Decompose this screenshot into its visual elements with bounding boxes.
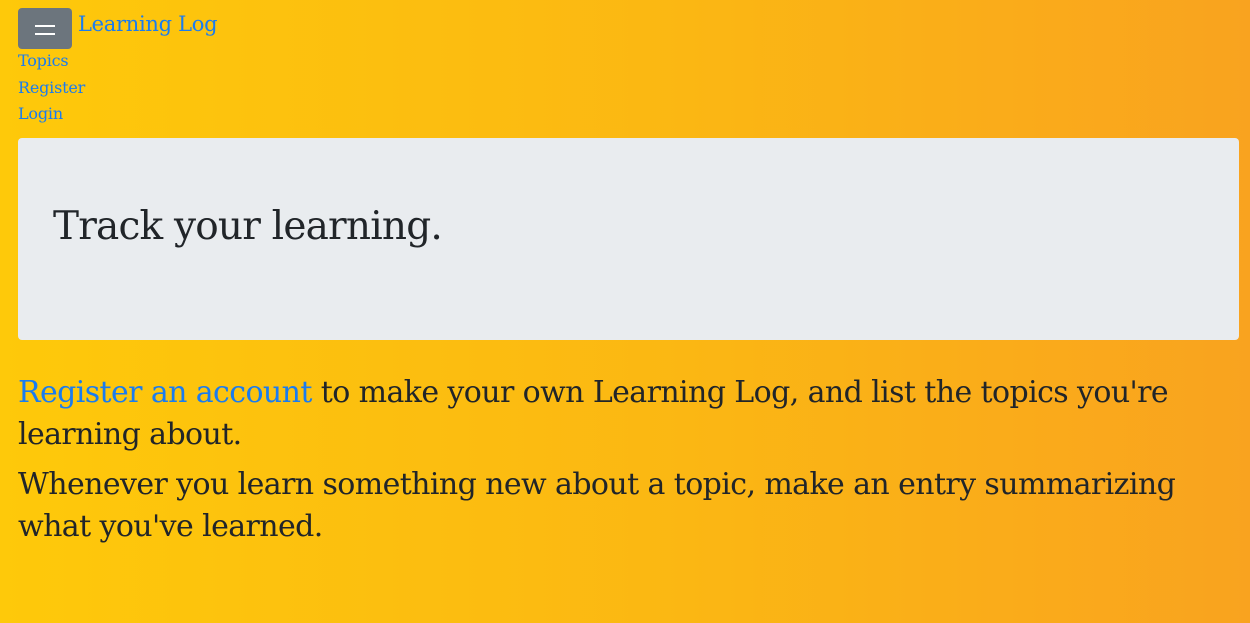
navbar-toggler-button[interactable] — [18, 8, 72, 49]
nav-links: Topics Register Login — [18, 48, 85, 128]
hamburger-icon-bar — [35, 33, 55, 35]
hamburger-icon — [35, 25, 55, 27]
intro-paragraph: Register an account to make your own Lea… — [18, 372, 1233, 456]
nav-link-register[interactable]: Register — [18, 75, 85, 102]
nav-link-topics[interactable]: Topics — [18, 48, 85, 75]
nav-link-login[interactable]: Login — [18, 101, 85, 128]
navbar-brand-link[interactable]: Learning Log — [78, 12, 218, 36]
jumbotron: Track your learning. — [18, 138, 1239, 340]
register-account-link[interactable]: Register an account — [18, 375, 312, 410]
page-heading: Track your learning. — [53, 204, 443, 249]
main-content: Register an account to make your own Lea… — [18, 372, 1233, 556]
entry-paragraph: Whenever you learn something new about a… — [18, 467, 1176, 544]
